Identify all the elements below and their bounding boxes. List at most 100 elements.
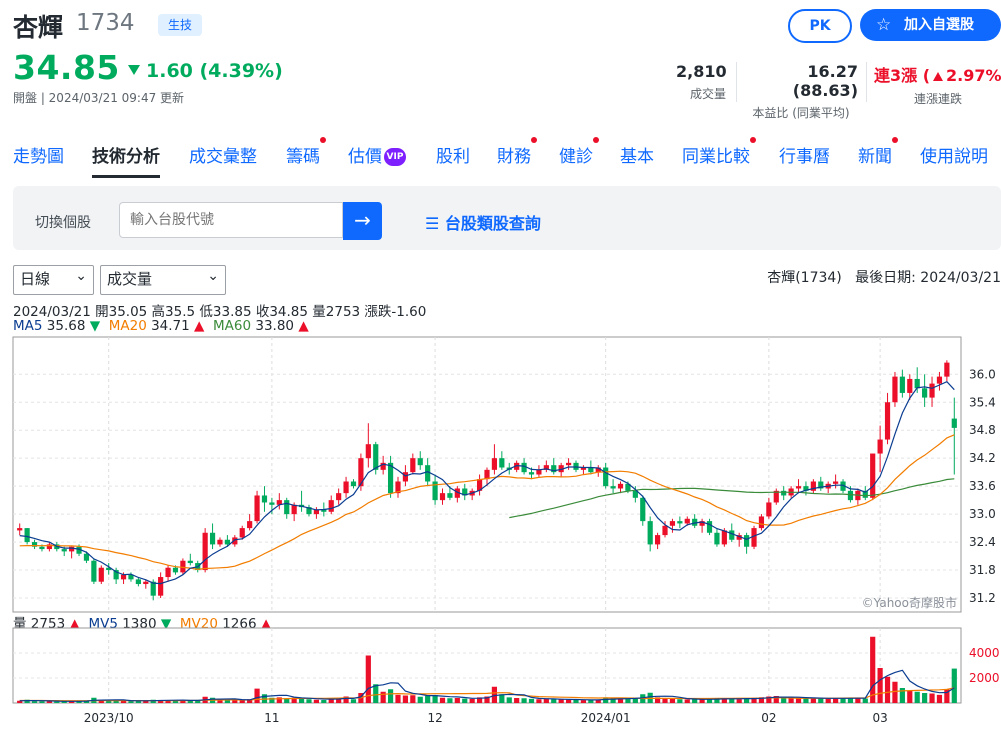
- price-tick-label: 31.8: [969, 563, 996, 577]
- volume-bar: [692, 699, 698, 703]
- ma20-value: 34.71: [151, 318, 190, 334]
- stock-name: 杏輝: [13, 13, 64, 42]
- volume-bar: [781, 697, 787, 703]
- candle-body: [239, 528, 245, 538]
- period-select-value: 日線: [20, 270, 51, 288]
- arrow-right-icon: →: [354, 208, 371, 232]
- candle-body: [647, 521, 653, 545]
- stock-code: 1734: [76, 10, 135, 36]
- volume-bar: [565, 699, 572, 703]
- tab-label: 技術分析: [92, 147, 160, 167]
- tab-dividend[interactable]: 股利: [436, 142, 470, 175]
- tab-valuation[interactable]: 估價 VIP: [348, 142, 406, 175]
- candle-body: [158, 577, 164, 596]
- volume-bar: [788, 698, 794, 703]
- candle-body: [610, 486, 616, 489]
- pk-button[interactable]: PK: [788, 9, 852, 43]
- tab-calendar[interactable]: 行事曆: [779, 142, 830, 175]
- candle-body: [714, 532, 720, 545]
- tab-trend[interactable]: 走勢圖: [13, 142, 64, 175]
- volume-bar: [506, 697, 512, 703]
- volume-bar: [951, 668, 957, 703]
- tab-trade-summary[interactable]: 成交彙整: [189, 142, 257, 175]
- candle-body: [721, 530, 727, 545]
- volume-bar: [929, 693, 935, 703]
- volume-bar: [870, 636, 876, 703]
- candle-body: [291, 504, 297, 515]
- volume-bar: [321, 700, 327, 703]
- candle-body: [91, 560, 97, 582]
- tab-peer-comparison[interactable]: 同業比較: [682, 137, 756, 175]
- up-triangle-icon: ▲: [194, 318, 205, 334]
- candle-body: [39, 546, 45, 550]
- add-watchlist-button[interactable]: ☆ 加入自選股: [860, 9, 1001, 41]
- volume-bar: [469, 698, 475, 703]
- volume-bar: [528, 698, 535, 703]
- volume-tick-label: 2000: [969, 671, 1000, 685]
- vip-badge: VIP: [384, 148, 406, 166]
- volume-bar: [558, 699, 564, 703]
- stock-search-input[interactable]: [119, 202, 343, 238]
- volume-bar: [31, 701, 38, 703]
- candle-body: [17, 528, 23, 531]
- candle-body: [336, 493, 342, 501]
- tab-label: 新聞: [858, 147, 892, 167]
- notification-dot: [593, 137, 599, 143]
- stat-streak: 連3漲 (2.97%) 連漲連跌: [874, 62, 1001, 107]
- category-query-link[interactable]: ☰ 台股類股查詢: [425, 210, 541, 234]
- volume-bar: [573, 700, 579, 703]
- candle-body: [951, 418, 957, 428]
- stat-divider: [866, 62, 867, 102]
- price-volume-chart[interactable]: 36.0 35.4 34.8 34.2 33.6 33.0 32.4 31.8 31.2 4000…: [0, 335, 1001, 730]
- stat-volume-value: 2,810: [676, 62, 727, 81]
- tab-health-check[interactable]: 健診: [559, 137, 599, 175]
- price-tick-label: 35.4: [969, 395, 996, 409]
- volume-bar: [254, 688, 260, 703]
- tab-technical-analysis[interactable]: 技術分析: [92, 142, 160, 178]
- volume-bar: [699, 699, 705, 703]
- candle-body: [795, 486, 802, 489]
- candle-body: [499, 458, 505, 468]
- chart-last-date: 最後日期: 2024/03/21: [855, 270, 1001, 286]
- indicator-select-value: 成交量: [107, 270, 153, 288]
- candle-body: [892, 376, 898, 403]
- chart-header-info: 杏輝(1734) 最後日期: 2024/03/21: [741, 267, 1001, 287]
- candle-body: [922, 388, 928, 398]
- price-tick-label: 36.0: [969, 367, 996, 381]
- tab-help[interactable]: 使用說明: [920, 142, 988, 175]
- volume-bar: [462, 698, 468, 703]
- tab-chips[interactable]: 籌碼: [286, 137, 326, 175]
- candle-body: [929, 383, 935, 398]
- volume-bar: [521, 698, 527, 703]
- candle-body: [669, 521, 676, 526]
- candle-body: [217, 539, 223, 545]
- candle-body: [944, 362, 950, 377]
- candle-body: [677, 521, 683, 524]
- notification-dot: [892, 137, 898, 143]
- candle-body: [491, 458, 498, 470]
- tab-news[interactable]: 新聞: [858, 137, 898, 175]
- volume-bar: [232, 700, 238, 703]
- volume-bar: [373, 684, 379, 703]
- candle-body: [261, 495, 268, 503]
- period-select[interactable]: 日線 ⌄: [13, 265, 94, 295]
- ma60-value: 33.80: [255, 318, 295, 334]
- x-tick-label: 02: [761, 711, 776, 725]
- volume-bar: [936, 694, 943, 703]
- volume-bar: [306, 699, 312, 703]
- volume-bar: [128, 701, 134, 703]
- industry-badge[interactable]: 生技: [158, 14, 203, 36]
- search-submit-button[interactable]: →: [343, 202, 382, 240]
- stat-streak-value: 連3漲 (2.97%): [874, 62, 1001, 86]
- price-tick-label: 34.2: [969, 451, 996, 465]
- volume-tick-label: 4000: [969, 646, 1000, 660]
- indicator-select[interactable]: 成交量 ⌄: [100, 265, 226, 295]
- volume-bar: [536, 699, 542, 703]
- tab-financials[interactable]: 財務: [497, 137, 537, 175]
- price-tick-label: 33.0: [969, 507, 996, 521]
- tab-basic[interactable]: 基本: [620, 142, 654, 175]
- tab-label: 使用說明: [920, 147, 988, 167]
- volume-bar: [410, 695, 416, 703]
- notification-dot: [320, 137, 326, 143]
- volume-bar: [736, 699, 742, 703]
